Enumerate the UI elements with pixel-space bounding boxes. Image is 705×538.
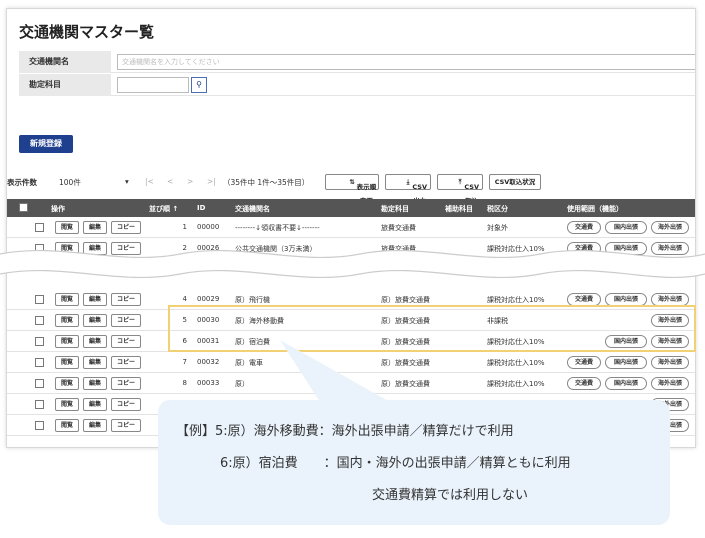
row-checkbox[interactable] bbox=[35, 421, 44, 430]
edit-button[interactable]: 編集 bbox=[83, 221, 107, 234]
account-filter-row: 勘定科目 ⚲ bbox=[19, 74, 695, 96]
row-checkbox[interactable] bbox=[35, 337, 44, 346]
scope-pill-domestic: 国内出張 bbox=[605, 221, 647, 234]
callout-line-3: 交通費精算では利用しない bbox=[372, 488, 529, 503]
scope-pill-overseas: 海外出張 bbox=[651, 356, 689, 369]
table-header: 操作 並び順 ↑ ID 交通機関名 勘定科目 補助科目 税区分 使用範囲（機能） bbox=[7, 199, 695, 217]
scope-pill-transport: 交通費 bbox=[567, 356, 601, 369]
header-scope: 使用範囲（機能） bbox=[567, 205, 623, 213]
table-break-wave bbox=[0, 249, 705, 279]
csv-export-button[interactable]: ⤓ CSV出力 bbox=[385, 174, 431, 205]
example-callout: 【例】5:原）海外移動費：海外出張申請／精算だけで利用 6:原）宿泊費 ：国内・… bbox=[158, 400, 670, 525]
row-order: 1 bbox=[182, 223, 187, 231]
account-filter-input[interactable] bbox=[117, 77, 189, 93]
view-button[interactable]: 閲覧 bbox=[55, 419, 79, 432]
copy-button[interactable]: コピー bbox=[111, 314, 141, 327]
header-account[interactable]: 勘定科目 bbox=[381, 204, 409, 214]
row-name: --------↓領収書不要↓------- bbox=[235, 224, 320, 232]
callout-line-1: 【例】5:原）海外移動費：海外出張申請／精算だけで利用 bbox=[176, 424, 514, 439]
view-button[interactable]: 閲覧 bbox=[55, 293, 79, 306]
row-order: 8 bbox=[182, 379, 187, 387]
header-id[interactable]: ID bbox=[197, 204, 205, 212]
copy-button[interactable]: コピー bbox=[111, 398, 141, 411]
scope-pill-transport: 交通費 bbox=[567, 221, 601, 234]
per-page-label: 表示件数 bbox=[7, 178, 37, 187]
row-account: 原）旅費交通費 bbox=[381, 296, 430, 304]
pager-next-button[interactable]: > bbox=[187, 177, 193, 186]
pager-first-button[interactable]: |< bbox=[145, 177, 154, 186]
csv-import-button[interactable]: ⤒ CSV取込 bbox=[437, 174, 483, 205]
view-button[interactable]: 閲覧 bbox=[55, 398, 79, 411]
edit-button[interactable]: 編集 bbox=[83, 398, 107, 411]
scope-pill-domestic: 国内出張 bbox=[605, 356, 647, 369]
copy-button[interactable]: コピー bbox=[111, 356, 141, 369]
account-filter-label: 勘定科目 bbox=[19, 74, 111, 96]
row-id: 00029 bbox=[197, 295, 220, 303]
header-name[interactable]: 交通機関名 bbox=[235, 204, 270, 214]
row-name: 原）電車 bbox=[235, 359, 263, 367]
pager-last-button[interactable]: >| bbox=[207, 177, 216, 186]
row-checkbox[interactable] bbox=[35, 223, 44, 232]
copy-button[interactable]: コピー bbox=[111, 335, 141, 348]
header-tax[interactable]: 税区分 bbox=[487, 204, 508, 214]
edit-button[interactable]: 編集 bbox=[83, 419, 107, 432]
search-icon[interactable]: ⚲ bbox=[191, 77, 207, 93]
copy-button[interactable]: コピー bbox=[111, 419, 141, 432]
copy-button[interactable]: コピー bbox=[111, 293, 141, 306]
header-sub[interactable]: 補助科目 bbox=[445, 204, 473, 214]
copy-button[interactable]: コピー bbox=[111, 221, 141, 234]
callout-line-2: 6:原）宿泊費 ：国内・海外の出張申請／精算ともに利用 bbox=[220, 456, 571, 471]
view-button[interactable]: 閲覧 bbox=[55, 335, 79, 348]
row-order: 7 bbox=[182, 358, 187, 366]
scope-pill-transport: 交通費 bbox=[567, 377, 601, 390]
table-row: 閲覧 編集 コピー 1 00000 --------↓領収書不要↓------- 旅費交通費… bbox=[7, 217, 695, 238]
row-checkbox[interactable] bbox=[35, 400, 44, 409]
edit-button[interactable]: 編集 bbox=[83, 293, 107, 306]
name-filter-label: 交通機関名 bbox=[19, 51, 111, 73]
header-order[interactable]: 並び順 ↑ bbox=[149, 204, 178, 214]
view-button[interactable]: 閲覧 bbox=[55, 221, 79, 234]
new-register-button[interactable]: 新規登録 bbox=[19, 135, 73, 153]
row-id: 00032 bbox=[197, 358, 220, 366]
edit-button[interactable]: 編集 bbox=[83, 314, 107, 327]
row-id: 00000 bbox=[197, 223, 220, 231]
edit-button[interactable]: 編集 bbox=[83, 377, 107, 390]
view-button[interactable]: 閲覧 bbox=[55, 377, 79, 390]
chevron-down-icon[interactable]: ▾ bbox=[125, 177, 129, 186]
row-tax: 課税対応仕入10% bbox=[487, 359, 545, 367]
row-tax: 課税対応仕入10% bbox=[487, 296, 545, 304]
row-tax: 対象外 bbox=[487, 224, 508, 232]
row-checkbox[interactable] bbox=[35, 379, 44, 388]
view-button[interactable]: 閲覧 bbox=[55, 314, 79, 327]
pager-prev-button[interactable]: < bbox=[167, 177, 173, 186]
edit-button[interactable]: 編集 bbox=[83, 356, 107, 369]
copy-button[interactable]: コピー bbox=[111, 377, 141, 390]
header-ops: 操作 bbox=[51, 205, 65, 213]
scope-pill-overseas: 海外出張 bbox=[651, 377, 689, 390]
highlight-box bbox=[168, 305, 696, 352]
row-checkbox[interactable] bbox=[35, 316, 44, 325]
row-id: 00033 bbox=[197, 379, 220, 387]
row-checkbox[interactable] bbox=[35, 358, 44, 367]
order-change-button[interactable]: ⇅ 表示順変更 bbox=[325, 174, 379, 205]
select-all-checkbox[interactable] bbox=[19, 203, 28, 212]
row-checkbox[interactable] bbox=[35, 295, 44, 304]
scope-pill-domestic: 国内出張 bbox=[605, 377, 647, 390]
row-tax: 課税対応仕入10% bbox=[487, 380, 545, 388]
name-filter-row: 交通機関名 交通機関名を入力してください bbox=[19, 51, 695, 73]
row-name: 原） bbox=[235, 380, 249, 388]
row-account: 旅費交通費 bbox=[381, 224, 416, 232]
list-toolbar: 表示件数 100件 ▾ |< < > >| （35件中 1件～35件目） ⇅ 表… bbox=[7, 172, 695, 205]
name-filter-input[interactable]: 交通機関名を入力してください bbox=[117, 54, 695, 70]
row-order: 4 bbox=[182, 295, 187, 303]
edit-button[interactable]: 編集 bbox=[83, 335, 107, 348]
page-title: 交通機関マスター覧 bbox=[19, 23, 155, 41]
scope-pill-overseas: 海外出張 bbox=[651, 221, 689, 234]
row-name: 原）飛行機 bbox=[235, 296, 270, 304]
per-page-select[interactable]: 100件 bbox=[59, 177, 81, 188]
pager-range-text: （35件中 1件～35件目） bbox=[223, 178, 310, 187]
view-button[interactable]: 閲覧 bbox=[55, 356, 79, 369]
csv-status-button[interactable]: CSV取込状況 bbox=[489, 174, 541, 190]
